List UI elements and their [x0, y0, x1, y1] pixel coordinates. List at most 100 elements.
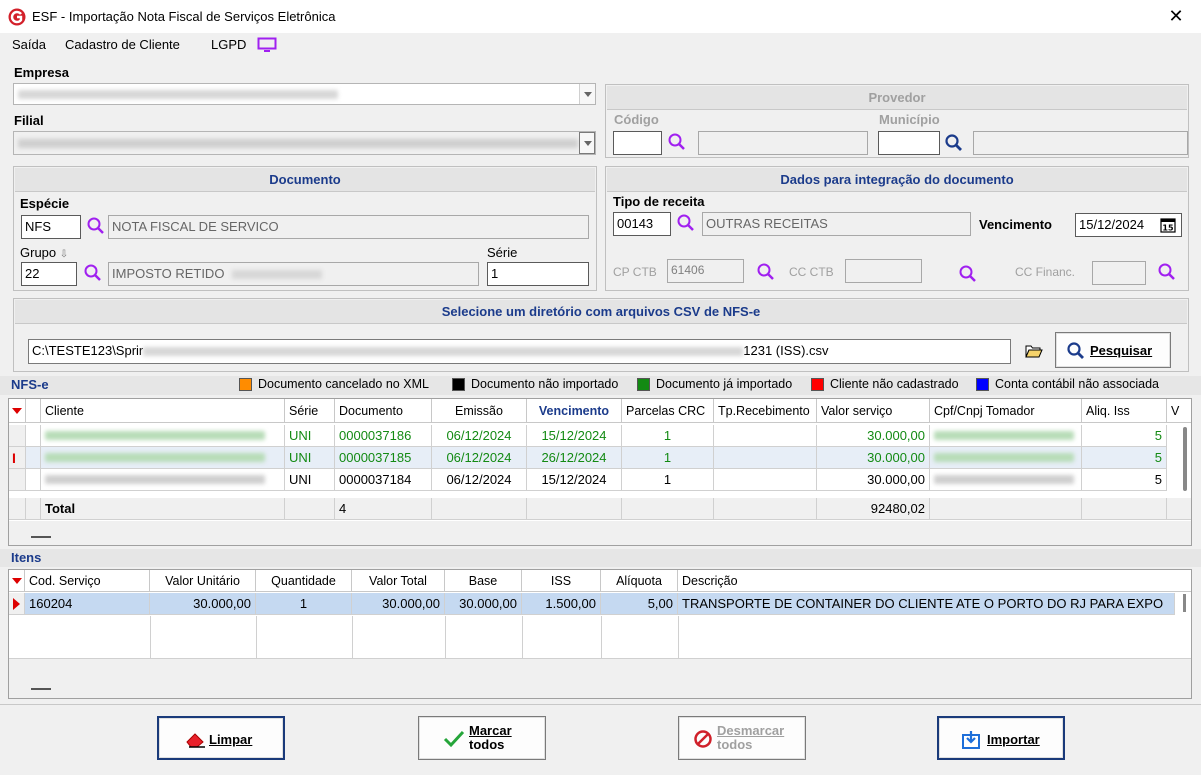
- itens-title: Itens: [11, 550, 42, 565]
- empresa-label: Empresa: [14, 65, 69, 80]
- cp-ctb-label: CP CTB: [613, 265, 657, 279]
- col-cliente[interactable]: Cliente: [41, 399, 285, 423]
- menu-cadastro-cliente[interactable]: Cadastro de Cliente: [65, 37, 180, 52]
- vertical-scrollbar[interactable]: [1183, 427, 1187, 491]
- search-icon[interactable]: [676, 213, 696, 233]
- legend-cancelado-label: Documento cancelado no XML: [258, 377, 429, 391]
- filial-combo[interactable]: [13, 131, 596, 155]
- serie-input[interactable]: 1: [487, 262, 589, 286]
- col-aliquota[interactable]: Alíquota: [601, 570, 678, 592]
- empresa-combo[interactable]: [13, 83, 596, 105]
- itens-header-bar: [0, 549, 1201, 567]
- marcar-todos-button[interactable]: Marcar todos: [418, 716, 546, 760]
- todos-label: todos: [469, 737, 505, 752]
- col-valor-total[interactable]: Valor Total: [352, 570, 445, 592]
- prohibited-icon: [694, 730, 712, 748]
- col-v[interactable]: V: [1167, 399, 1191, 423]
- col-aliq-iss[interactable]: Aliq. Iss: [1082, 399, 1167, 423]
- search-icon[interactable]: [667, 132, 687, 152]
- folder-open-icon[interactable]: [1025, 343, 1043, 359]
- monitor-icon[interactable]: [257, 37, 277, 53]
- sort-indicator[interactable]: [9, 570, 25, 592]
- legend-cliente-nao-cadastrado-label: Cliente não cadastrado: [830, 377, 959, 391]
- search-icon[interactable]: [1157, 262, 1177, 282]
- checkmark-icon: [443, 730, 465, 748]
- search-icon[interactable]: [756, 262, 776, 282]
- desmarcar-label: Desmarcar: [717, 723, 785, 738]
- especie-input[interactable]: NFS: [21, 215, 81, 239]
- tipo-receita-desc: OUTRAS RECEITAS: [702, 212, 971, 236]
- importar-button[interactable]: Importar: [937, 716, 1065, 760]
- col-parcelas-crc[interactable]: Parcelas CRC: [622, 399, 714, 423]
- window-title: ESF - Importação Nota Fiscal de Serviços…: [32, 9, 336, 24]
- col-serie[interactable]: Série: [285, 399, 335, 423]
- todos-label: todos: [717, 737, 753, 752]
- row-checkbox[interactable]: [26, 469, 41, 491]
- cliente-cell: [41, 425, 285, 447]
- total-label: Total: [41, 498, 285, 520]
- limpar-button[interactable]: Limpar: [157, 716, 285, 760]
- desmarcar-todos-button[interactable]: Desmarcar todos: [678, 716, 806, 760]
- pesquisar-label: Pesquisar: [1090, 343, 1153, 358]
- col-vencimento[interactable]: Vencimento: [527, 399, 622, 423]
- svg-text:15: 15: [1162, 224, 1174, 233]
- col-tp-recebimento[interactable]: Tp.Recebimento: [714, 399, 817, 423]
- splitter-handle[interactable]: [31, 688, 51, 690]
- col-descricao[interactable]: Descrição: [678, 570, 1191, 592]
- search-icon[interactable]: [944, 133, 964, 153]
- search-icon[interactable]: [83, 263, 103, 283]
- col-quantidade[interactable]: Quantidade: [256, 570, 352, 592]
- cc-ctb-input[interactable]: [845, 259, 922, 283]
- nfse-grid[interactable]: Cliente Série Documento Emissão Vencimen…: [8, 398, 1192, 546]
- row-checkbox[interactable]: [26, 447, 41, 469]
- cc-financ-input[interactable]: [1092, 261, 1146, 285]
- provedor-codigo-label: Código: [614, 112, 659, 127]
- pesquisar-button[interactable]: Pesquisar: [1055, 332, 1171, 368]
- col-base[interactable]: Base: [445, 570, 522, 592]
- legend-nao-importado-label: Documento não importado: [471, 377, 619, 391]
- menu-lgpd[interactable]: LGPD: [211, 37, 246, 52]
- col-valor-servico[interactable]: Valor serviço: [817, 399, 930, 423]
- row-checkbox[interactable]: [26, 425, 41, 447]
- itens-grid[interactable]: Cod. Serviço Valor Unitário Quantidade V…: [8, 569, 1192, 699]
- col-documento[interactable]: Documento: [335, 399, 432, 423]
- legend-conta-nao-associada-swatch: [976, 378, 989, 391]
- provedor-municipio-desc: [973, 131, 1188, 155]
- legend-conta-nao-associada-label: Conta contábil não associada: [995, 377, 1160, 391]
- col-valor-unitario[interactable]: Valor Unitário: [150, 570, 256, 592]
- total-valor: 92480,02: [817, 498, 930, 520]
- splitter-handle[interactable]: [31, 536, 51, 538]
- col-emissao[interactable]: Emissão: [432, 399, 527, 423]
- especie-desc: NOTA FISCAL DE SERVICO: [108, 215, 589, 239]
- search-icon[interactable]: [86, 216, 106, 236]
- col-cpf-cnpj-tomador[interactable]: Cpf/Cnpj Tomador: [930, 399, 1082, 423]
- grupo-input[interactable]: 22: [21, 262, 77, 286]
- close-button[interactable]: ✕: [1166, 5, 1186, 27]
- legend-nao-importado-swatch: [452, 378, 465, 391]
- nfse-title: NFS-e: [11, 377, 49, 392]
- sort-indicator[interactable]: [9, 399, 26, 423]
- serie-label: Série: [487, 245, 518, 260]
- col-cod-servico[interactable]: Cod. Serviço: [25, 570, 150, 592]
- calendar-icon[interactable]: 15: [1160, 217, 1176, 233]
- legend-cliente-nao-cadastrado-swatch: [811, 378, 824, 391]
- col-iss[interactable]: ISS: [522, 570, 601, 592]
- eraser-icon: [186, 733, 205, 748]
- tipo-receita-input[interactable]: 00143: [613, 212, 671, 236]
- provedor-municipio-input[interactable]: [878, 131, 940, 155]
- check-column-header: [26, 399, 41, 423]
- csv-path-input[interactable]: C:\TESTE123\Sprir 1231 (ISS).csv: [28, 339, 1011, 364]
- menu-saida[interactable]: Saída: [12, 37, 46, 52]
- vertical-scrollbar[interactable]: [1183, 594, 1186, 612]
- cp-ctb-input[interactable]: 61406: [667, 259, 744, 283]
- row-pointer: [9, 593, 25, 615]
- provedor-codigo-input[interactable]: [613, 131, 662, 155]
- especie-label: Espécie: [20, 196, 70, 211]
- integracao-header: Dados para integração do documento: [607, 168, 1187, 192]
- legend-cancelado-swatch: [239, 378, 252, 391]
- search-icon[interactable]: [958, 264, 978, 284]
- provedor-header: Provedor: [607, 86, 1187, 110]
- legend-ja-importado-swatch: [637, 378, 650, 391]
- documento-header: Documento: [15, 168, 595, 192]
- diretorio-header: Selecione um diretório com arquivos CSV …: [15, 300, 1187, 324]
